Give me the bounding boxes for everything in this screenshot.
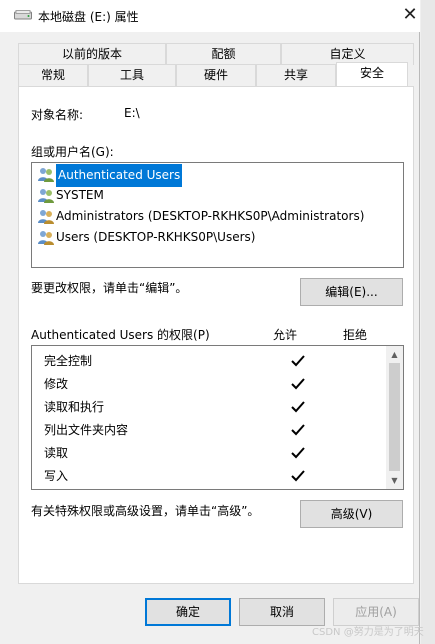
cancel-button[interactable]: 取消	[239, 598, 325, 626]
checkmark-icon	[291, 424, 305, 436]
list-item-authenticated-users[interactable]: Authenticated Users	[34, 164, 402, 187]
user-group-icon	[38, 231, 54, 245]
list-item: 写入	[44, 466, 305, 486]
tab-sharing[interactable]: 共享	[256, 64, 336, 86]
deny-header: 拒绝	[343, 328, 368, 342]
user-name: Users (DESKTOP-RKHKS0P\Users)	[56, 230, 256, 244]
user-name: Administrators (DESKTOP-RKHKS0P\Administ…	[56, 209, 365, 223]
checkmark-icon	[291, 378, 305, 390]
user-name: Authenticated Users	[56, 164, 183, 187]
properties-dialog: 本地磁盘 (E:) 属性 ✕ 以前的版本 配额 自定义 常规 工具 硬件 共享 …	[0, 0, 420, 644]
user-group-icon	[38, 189, 54, 203]
object-name-value: E:\	[124, 106, 140, 120]
checkmark-icon	[291, 447, 305, 459]
permission-name: 写入	[44, 469, 69, 483]
user-group-icon	[38, 210, 54, 224]
permissions-list[interactable]: 完全控制 修改 读取和执行 列出文件夹内容 读取 写入 ▲ ▼	[31, 345, 404, 490]
edit-hint: 要更改权限，请单击“编辑”。	[31, 281, 188, 295]
title-bar[interactable]: 本地磁盘 (E:) 属性 ✕	[0, 0, 420, 32]
tab-previous-versions[interactable]: 以前的版本	[18, 43, 166, 65]
scroll-down-icon[interactable]: ▼	[386, 472, 403, 489]
tab-security[interactable]: 安全	[336, 62, 408, 86]
tab-hardware[interactable]: 硬件	[176, 64, 256, 86]
permission-name: 读取和执行	[44, 400, 105, 414]
scroll-up-icon[interactable]: ▲	[386, 346, 403, 363]
permissions-title: Authenticated Users 的权限(P)	[31, 328, 210, 342]
permission-name: 修改	[44, 377, 69, 391]
close-icon[interactable]: ✕	[398, 3, 422, 27]
edit-button[interactable]: 编辑(E)...	[300, 278, 403, 306]
vertical-scrollbar[interactable]: ▲ ▼	[386, 346, 403, 489]
permission-name: 读取	[44, 446, 69, 460]
tab-general[interactable]: 常规	[18, 64, 88, 86]
user-listbox[interactable]: Authenticated Users SYSTEM Administrator…	[31, 162, 404, 268]
list-item-system[interactable]: SYSTEM	[34, 185, 402, 206]
ok-button[interactable]: 确定	[145, 598, 231, 626]
window-title: 本地磁盘 (E:) 属性	[38, 10, 139, 24]
list-item: 读取	[44, 443, 305, 463]
object-name-label: 对象名称:	[31, 108, 84, 122]
user-name: SYSTEM	[56, 188, 104, 202]
checkmark-icon	[291, 355, 305, 367]
list-item-users[interactable]: Users (DESKTOP-RKHKS0P\Users)	[34, 227, 402, 248]
user-group-icon	[38, 168, 54, 182]
checkmark-icon	[291, 470, 305, 482]
drive-icon	[14, 10, 32, 20]
permission-name: 列出文件夹内容	[44, 423, 129, 437]
list-item: 列出文件夹内容	[44, 420, 305, 440]
permission-name: 完全控制	[44, 354, 93, 368]
list-item-administrators[interactable]: Administrators (DESKTOP-RKHKS0P\Administ…	[34, 206, 402, 227]
allow-header: 允许	[273, 328, 298, 342]
checkmark-icon	[291, 401, 305, 413]
scrollbar-thumb[interactable]	[389, 363, 400, 471]
advanced-hint: 有关特殊权限或高级设置，请单击“高级”。	[31, 504, 260, 518]
tab-quota[interactable]: 配额	[166, 43, 281, 65]
list-item: 读取和执行	[44, 397, 305, 417]
background-window-edge	[421, 0, 435, 644]
watermark: CSDN @努力是为了明天	[312, 627, 424, 638]
list-item: 修改	[44, 374, 305, 394]
tab-tools[interactable]: 工具	[88, 64, 176, 86]
list-item: 完全控制	[44, 351, 305, 371]
group-or-user-label: 组或用户名(G):	[31, 145, 114, 159]
apply-button[interactable]: 应用(A)	[333, 598, 419, 626]
advanced-button[interactable]: 高级(V)	[300, 500, 403, 528]
